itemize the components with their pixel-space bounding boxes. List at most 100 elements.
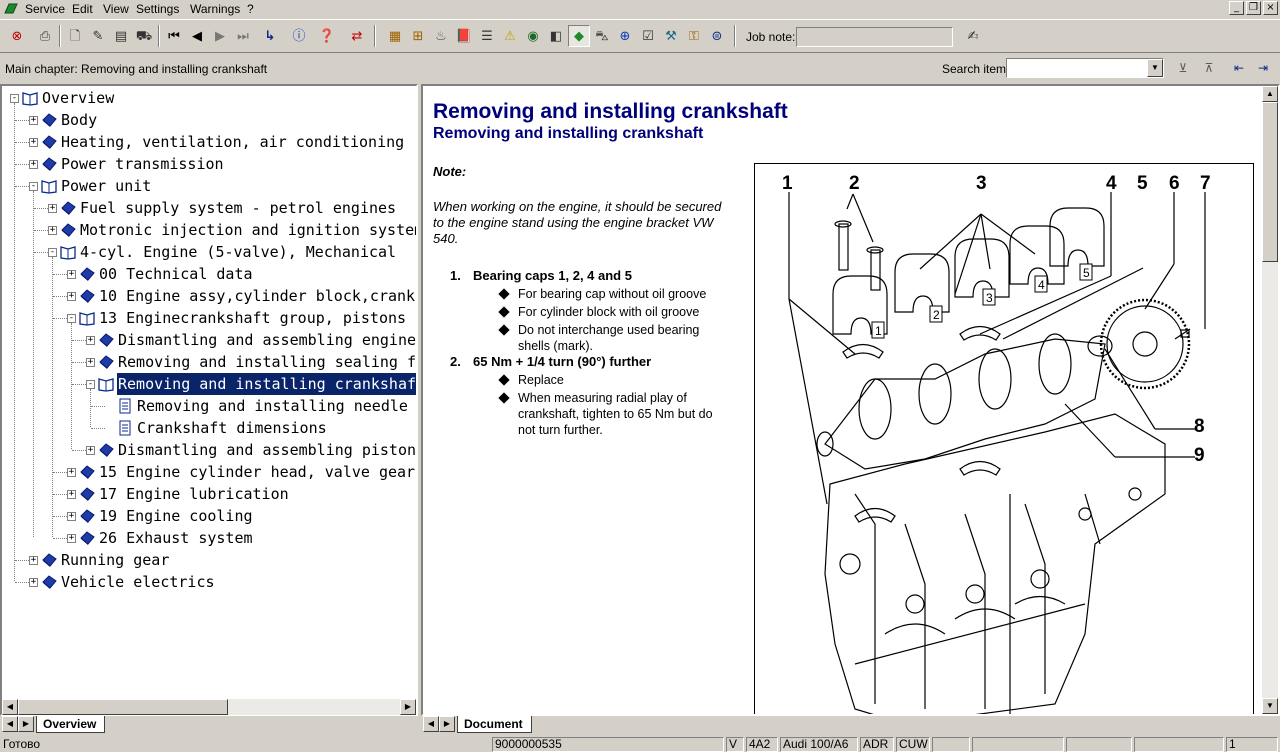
- tree-item[interactable]: +15 Engine cylinder head, valve gear: [2, 461, 416, 483]
- tree-item-label[interactable]: Removing and installing sealing flanges: [117, 351, 416, 373]
- expand-icon[interactable]: +: [29, 556, 38, 565]
- expand-icon[interactable]: +: [86, 446, 95, 455]
- info-icon[interactable]: ⓘ: [288, 25, 310, 47]
- expand-icon[interactable]: +: [86, 358, 95, 367]
- tree-item-label[interactable]: Dismantling and assembling pistons: [117, 439, 416, 461]
- notepad-icon[interactable]: ▤: [110, 25, 132, 47]
- tree-item[interactable]: + Dismantling and assembling engine: [2, 329, 416, 351]
- tree-item-label[interactable]: Power transmission: [60, 153, 225, 175]
- tree-item-label[interactable]: Dismantling and assembling engine: [117, 329, 416, 351]
- exit-icon[interactable]: ⊗: [6, 25, 28, 47]
- expand-icon[interactable]: +: [67, 292, 76, 301]
- help-icon[interactable]: ❓: [316, 25, 338, 47]
- tree-item-label[interactable]: Removing and installing needle bearing: [136, 395, 416, 417]
- expand-icon[interactable]: +: [48, 204, 57, 213]
- collapse-icon[interactable]: -: [67, 314, 76, 323]
- menu-help[interactable]: ?: [247, 2, 254, 16]
- calculator-icon[interactable]: ▦: [384, 25, 406, 47]
- job-note-field[interactable]: [796, 27, 953, 47]
- first-page-icon[interactable]: ⏮: [163, 25, 185, 47]
- globe-icon[interactable]: ◉: [522, 25, 544, 47]
- tree-item[interactable]: + Dismantling and assembling pistons: [2, 439, 416, 461]
- expand-icon[interactable]: +: [29, 138, 38, 147]
- expand-icon[interactable]: +: [48, 226, 57, 235]
- scroll-up-icon[interactable]: ▲: [1262, 86, 1278, 102]
- tree-item-label[interactable]: 10 Engine assy,cylinder block,crankcase: [98, 285, 416, 307]
- tree-item[interactable]: - Power unit: [2, 175, 416, 197]
- collapse-icon[interactable]: -: [86, 380, 95, 389]
- tree-item-label[interactable]: 17 Engine lubrication: [98, 483, 290, 505]
- tree-item[interactable]: + Running gear: [2, 549, 416, 571]
- tree-item-label[interactable]: 4-cyl. Engine (5-valve), Mechanical: [79, 241, 397, 263]
- tab-overview[interactable]: Overview: [36, 716, 106, 733]
- car-icon[interactable]: ⛍: [591, 25, 613, 47]
- tree-item[interactable]: + Motronic injection and ignition system: [2, 219, 416, 241]
- vehicle-icon[interactable]: ⛟: [133, 25, 155, 47]
- search-next-icon[interactable]: ⊼: [1198, 57, 1220, 79]
- tree-scroll-right-icon[interactable]: ▶: [400, 699, 416, 715]
- tree-item[interactable]: + Removing and installing sealing flanges: [2, 351, 416, 373]
- checklist-icon[interactable]: ☑: [637, 25, 659, 47]
- document-scrollbar[interactable]: ▲ ▼: [1262, 86, 1278, 714]
- tab-scroll-right-icon[interactable]: ▶: [439, 716, 455, 732]
- vw-logo-icon[interactable]: ⊜: [706, 25, 728, 47]
- collapse-pane-icon[interactable]: ⇤: [1228, 57, 1250, 79]
- tree-item-label[interactable]: Heating, ventilation, air conditioning: [60, 131, 405, 153]
- previous-page-icon[interactable]: ◀: [186, 25, 208, 47]
- tree-item[interactable]: - Overview: [2, 87, 416, 109]
- tree-item[interactable]: + Heating, ventilation, air conditioning: [2, 131, 416, 153]
- tree-item[interactable]: + Body: [2, 109, 416, 131]
- expand-icon[interactable]: +: [86, 336, 95, 345]
- manual-book-icon[interactable]: 📕: [453, 25, 475, 47]
- expand-icon[interactable]: +: [29, 578, 38, 587]
- tree-item-label[interactable]: Body: [60, 109, 98, 131]
- tree-item-label[interactable]: 13 Enginecrankshaft group, pistons: [98, 307, 407, 329]
- menu-view[interactable]: View: [103, 2, 129, 16]
- search-input[interactable]: [1007, 59, 1147, 77]
- collapse-icon[interactable]: -: [10, 94, 19, 103]
- tree-item-label[interactable]: Fuel supply system - petrol engines: [79, 197, 397, 219]
- expand-icon[interactable]: +: [67, 512, 76, 521]
- edit-document-icon[interactable]: ✎: [87, 25, 109, 47]
- tree-item[interactable]: +26 Exhaust system: [2, 527, 416, 549]
- collapse-icon[interactable]: -: [29, 182, 38, 191]
- keys-icon[interactable]: ⚿: [683, 25, 705, 47]
- expand-pane-icon[interactable]: ⇥: [1252, 57, 1274, 79]
- last-page-icon[interactable]: ⏭: [232, 25, 254, 47]
- menu-service[interactable]: Service: [25, 2, 65, 16]
- tree-item[interactable]: - Removing and installing crankshaft: [2, 372, 416, 396]
- save-icon[interactable]: ◧: [545, 25, 567, 47]
- tree-item-label[interactable]: Running gear: [60, 549, 170, 571]
- tree-item[interactable]: + Vehicle electrics: [2, 571, 416, 593]
- wiring-icon[interactable]: ♨: [430, 25, 452, 47]
- tree-item-label[interactable]: Removing and installing crankshaft: [115, 372, 416, 396]
- tree-scroll-track[interactable]: [228, 699, 400, 715]
- job-note-edit-icon[interactable]: ✍: [962, 25, 984, 47]
- tree-item-label[interactable]: Power unit: [60, 175, 152, 197]
- expand-icon[interactable]: +: [29, 116, 38, 125]
- expand-icon[interactable]: +: [67, 270, 76, 279]
- tab-scroll-left-icon[interactable]: ◀: [2, 716, 18, 732]
- search-combo[interactable]: ▼: [1006, 58, 1164, 78]
- collapse-icon[interactable]: -: [48, 248, 57, 257]
- tree-item[interactable]: + Fuel supply system - petrol engines: [2, 197, 416, 219]
- minimize-button[interactable]: _: [1229, 1, 1244, 15]
- restore-button[interactable]: ❐: [1246, 1, 1261, 15]
- expand-icon[interactable]: +: [67, 490, 76, 499]
- goto-icon[interactable]: ↳: [259, 25, 281, 47]
- expand-icon[interactable]: +: [67, 468, 76, 477]
- next-page-icon[interactable]: ▶: [209, 25, 231, 47]
- tree-item[interactable]: Removing and installing needle bearing: [2, 395, 416, 417]
- tree-item-label[interactable]: 15 Engine cylinder head, valve gear: [98, 461, 416, 483]
- tree-item-label[interactable]: 00 Technical data: [98, 263, 254, 285]
- menu-warnings[interactable]: Warnings: [190, 2, 240, 16]
- scroll-down-icon[interactable]: ▼: [1262, 698, 1278, 714]
- car-search-icon[interactable]: ⊕: [614, 25, 636, 47]
- tree-item-label[interactable]: Motronic injection and ignition system: [79, 219, 416, 241]
- menu-edit[interactable]: Edit: [72, 2, 93, 16]
- tree-item[interactable]: +00 Technical data: [2, 263, 416, 285]
- tools-icon[interactable]: ⚒: [660, 25, 682, 47]
- tree-item[interactable]: +19 Engine cooling: [2, 505, 416, 527]
- warning-icon[interactable]: ⚠: [499, 25, 521, 47]
- expand-icon[interactable]: +: [67, 534, 76, 543]
